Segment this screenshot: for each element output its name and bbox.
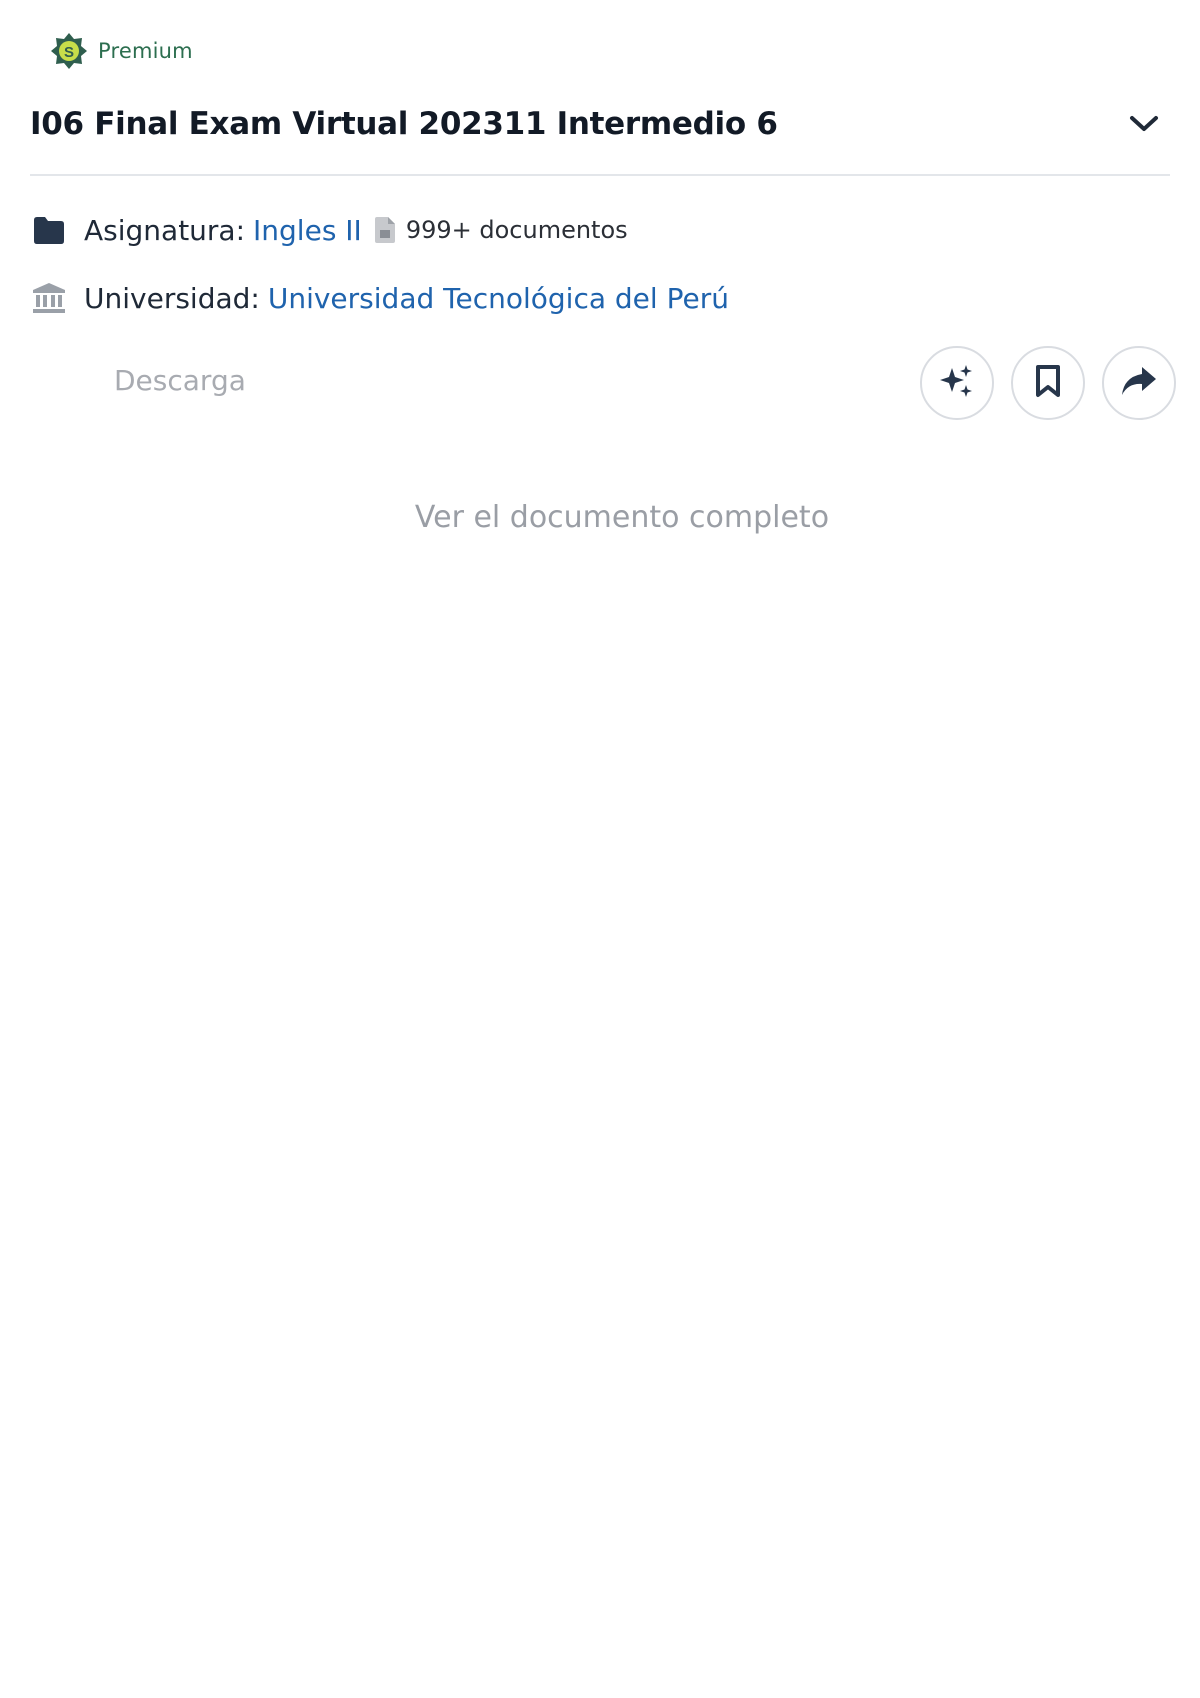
chevron-down-icon[interactable]	[1124, 104, 1164, 144]
view-full-document-link[interactable]: Ver el documento completo	[0, 500, 1200, 535]
course-link[interactable]: Ingles II	[253, 214, 362, 247]
bookmark-icon	[1035, 364, 1061, 402]
premium-badge-icon: S	[50, 32, 88, 70]
save-button[interactable]	[1011, 346, 1085, 420]
sparkles-icon	[939, 363, 975, 403]
university-link[interactable]: Universidad Tecnológica del Perú	[268, 282, 729, 315]
institution-icon	[32, 281, 66, 315]
premium-indicator: S Premium	[50, 32, 193, 70]
document-icon	[374, 216, 396, 244]
share-arrow-icon	[1120, 365, 1158, 401]
document-count: 999+ documentos	[405, 216, 628, 244]
action-bar: Descarga	[0, 344, 1200, 424]
university-info: Universidad: Universidad Tecnológica del…	[32, 276, 729, 320]
share-button[interactable]	[1102, 346, 1176, 420]
document-title: I06 Final Exam Virtual 202311 Intermedio…	[30, 106, 778, 142]
ai-assistant-button[interactable]	[920, 346, 994, 420]
header-divider	[30, 174, 1170, 176]
folder-icon	[32, 213, 66, 247]
premium-label: Premium	[98, 39, 193, 63]
university-label: Universidad:	[84, 281, 260, 315]
course-info: Asignatura: Ingles II 999+ documentos	[32, 208, 628, 252]
course-label: Asignatura:	[84, 213, 246, 247]
svg-text:S: S	[64, 44, 74, 61]
document-header: I06 Final Exam Virtual 202311 Intermedio…	[30, 96, 1170, 152]
download-button[interactable]: Descarga	[114, 364, 246, 397]
